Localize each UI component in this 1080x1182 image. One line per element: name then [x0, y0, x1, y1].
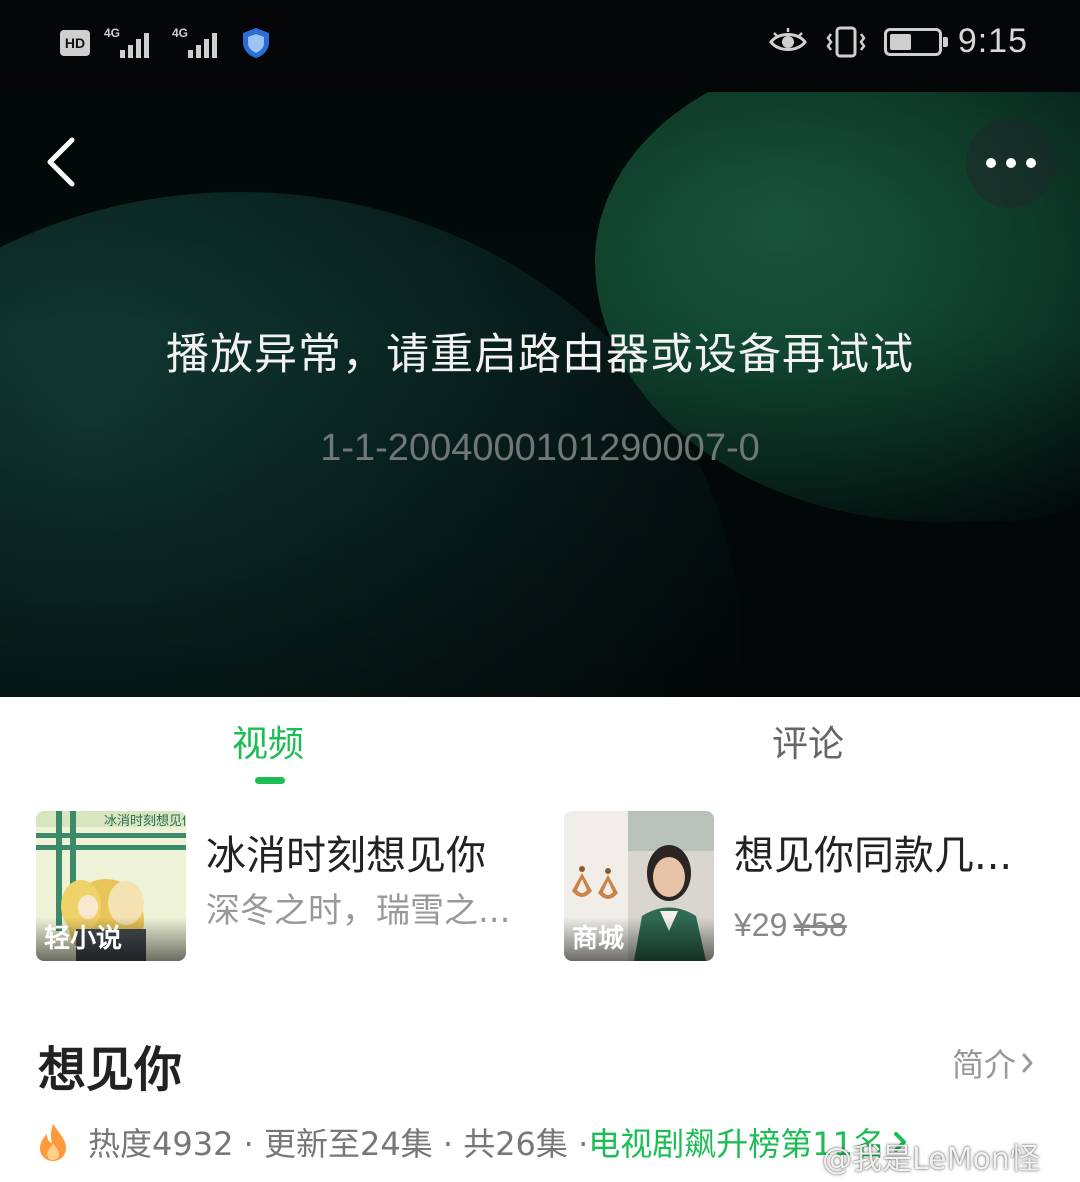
active-tab-indicator — [255, 777, 285, 784]
watermark: @我是LeMon怪 — [822, 1142, 1040, 1177]
show-stats: 热度4932 · 更新至24集 · 共26集 · — [88, 1125, 589, 1163]
original-price: ¥58 — [793, 907, 847, 943]
hd-voice-icon: HD — [60, 30, 90, 56]
eye-comfort-icon — [768, 27, 807, 51]
shop-product-card[interactable]: 商城 想见你同款几... ¥29 ¥58 — [564, 811, 1064, 961]
product-image: 商城 — [564, 811, 714, 961]
error-code: 1-1-2004000101290007-0 — [320, 427, 760, 469]
playback-error-message: 播放异常，请重启路由器或设备再试试 — [166, 330, 914, 380]
light-novel-card[interactable]: 冰消时刻想见你 轻小说 冰消时刻想见你 深冬之时，瑞雪之... — [36, 811, 536, 961]
sim2-signal-icon: 4G — [172, 26, 226, 60]
cover-title-text: 冰消时刻想见你 — [104, 813, 186, 829]
vibrate-icon — [826, 26, 866, 57]
shop-tag: 商城 — [564, 917, 714, 961]
status-bar: HD 4G 4G 9:15 — [0, 0, 1080, 92]
shield-icon — [243, 28, 269, 58]
product-price: ¥29 ¥58 — [734, 907, 847, 944]
novel-tag: 轻小说 — [36, 917, 186, 961]
novel-subtitle: 深冬之时，瑞雪之... — [206, 891, 511, 931]
back-arrow-icon[interactable] — [38, 132, 88, 192]
dot-icon — [1006, 158, 1016, 168]
tab-comments[interactable]: 评论 — [772, 715, 844, 767]
show-title: 想见你 — [38, 1042, 183, 1098]
novel-cover: 冰消时刻想见你 轻小说 — [36, 811, 186, 961]
battery-icon — [883, 27, 948, 56]
flame-icon — [40, 1124, 66, 1161]
sim1-signal-icon: 4G — [104, 26, 158, 60]
intro-label: 简介 — [952, 1046, 1017, 1084]
show-meta-row: 热度4932 · 更新至24集 · 共26集 · 电视剧飙升榜第11名 — [38, 1118, 911, 1166]
video-player[interactable]: 播放异常，请重启路由器或设备再试试 1-1-2004000101290007-0 — [0, 92, 1080, 697]
chevron-right-icon — [1022, 1053, 1033, 1073]
current-price: ¥29 — [734, 907, 788, 943]
clock: 9:15 — [957, 22, 1028, 60]
dot-icon — [986, 158, 996, 168]
tab-video[interactable]: 视频 — [232, 715, 304, 767]
dot-icon — [1026, 158, 1036, 168]
product-title: 想见你同款几... — [734, 833, 1013, 879]
more-options-button[interactable] — [966, 118, 1056, 208]
intro-link[interactable]: 简介 — [952, 1040, 1036, 1086]
tab-bar: 视频 评论 — [0, 697, 1080, 797]
novel-title: 冰消时刻想见你 — [206, 833, 486, 879]
